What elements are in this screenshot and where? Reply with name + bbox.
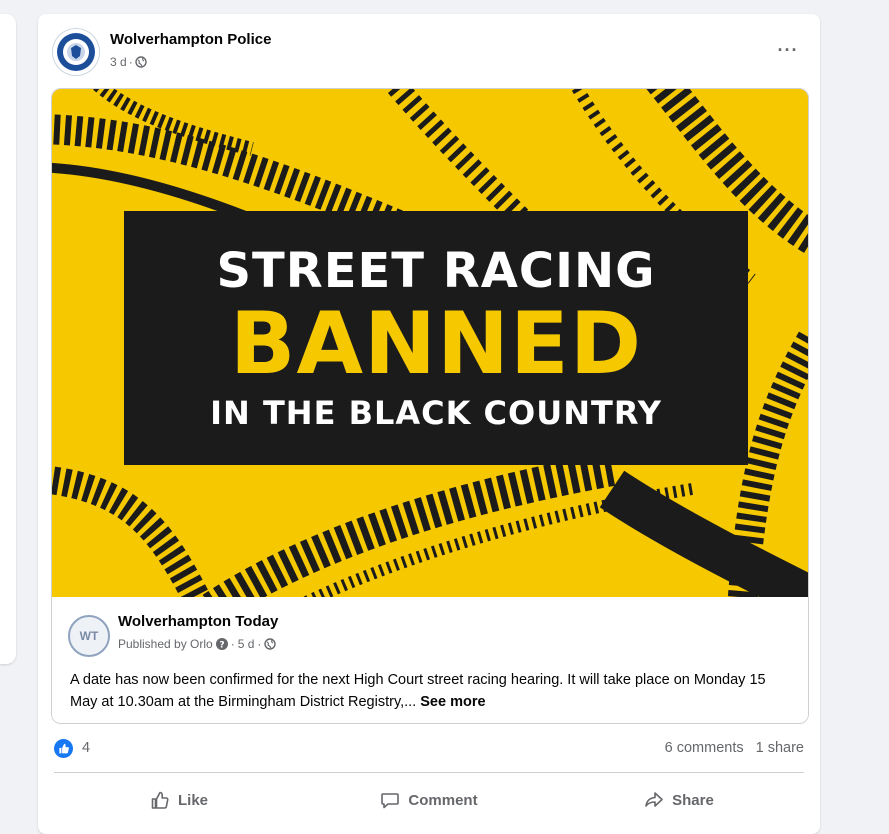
- svg-text:?: ?: [219, 641, 224, 651]
- meta-dot: ·: [257, 637, 262, 651]
- comments-count[interactable]: 6 comments: [665, 740, 744, 756]
- promo-headline-3: IN THE BLACK COUNTRY: [210, 394, 662, 432]
- shared-post-text-content: A date has now been confirmed for the ne…: [70, 672, 766, 710]
- promo-banner: STREET RACING BANNED IN THE BLACK COUNTR…: [124, 211, 748, 465]
- police-crest-icon: [57, 33, 95, 71]
- shared-post-body: WT Wolverhampton Today Published by Orlo…: [52, 597, 808, 723]
- more-options-button[interactable]: ···: [770, 32, 806, 68]
- share-icon: [645, 792, 663, 807]
- shared-page-name-link[interactable]: Wolverhampton Today: [118, 613, 278, 630]
- page-avatar[interactable]: [52, 28, 100, 76]
- like-reaction-icon[interactable]: [54, 739, 73, 758]
- globe-icon: [134, 56, 147, 68]
- more-options-icon: ···: [777, 39, 799, 60]
- promo-image[interactable]: STREET RACING BANNED IN THE BLACK COUNTR…: [52, 89, 808, 597]
- thumbs-up-icon: [151, 791, 169, 809]
- previous-post-edge: [0, 14, 16, 664]
- comment-icon: [381, 793, 400, 809]
- published-by: Published by Orlo: [118, 637, 213, 651]
- divider: [54, 772, 804, 773]
- see-more-link[interactable]: See more: [420, 694, 485, 710]
- post-actions: Like Comment Share: [54, 780, 804, 820]
- stats-right: 6 comments 1 share: [665, 740, 804, 756]
- post-card: Wolverhampton Police 3 d · ··· STREET RA…: [38, 14, 820, 834]
- post-stats: 4 6 comments 1 share: [54, 737, 804, 761]
- post-meta: 3 d ·: [110, 55, 147, 69]
- comment-label: Comment: [408, 791, 478, 809]
- promo-headline-1: STREET RACING: [216, 243, 656, 299]
- share-button[interactable]: Share: [554, 780, 804, 820]
- meta-dot: ·: [128, 55, 133, 69]
- globe-icon: [264, 638, 277, 650]
- like-button[interactable]: Like: [54, 780, 304, 820]
- shares-count[interactable]: 1 share: [756, 740, 804, 756]
- thumbs-up-icon: [59, 743, 69, 754]
- share-label: Share: [672, 791, 714, 809]
- shared-post-meta: Published by Orlo ? · 5 d ·: [118, 637, 277, 651]
- shared-post[interactable]: STREET RACING BANNED IN THE BLACK COUNTR…: [51, 88, 809, 724]
- shared-page-logo: WT: [79, 629, 99, 643]
- page-name-link[interactable]: Wolverhampton Police: [110, 31, 271, 48]
- shared-post-time[interactable]: 5 d: [238, 637, 255, 651]
- like-label: Like: [177, 791, 208, 809]
- reaction-count[interactable]: 4: [82, 740, 90, 756]
- question-icon[interactable]: ?: [215, 638, 228, 651]
- meta-dot: ·: [230, 637, 235, 651]
- post-header: Wolverhampton Police 3 d · ···: [52, 28, 806, 78]
- comment-button[interactable]: Comment: [304, 780, 554, 820]
- shared-page-avatar[interactable]: WT: [68, 615, 110, 657]
- post-time[interactable]: 3 d: [110, 55, 127, 69]
- shared-post-text: A date has now been confirmed for the ne…: [70, 669, 770, 713]
- promo-headline-2: BANNED: [229, 294, 643, 394]
